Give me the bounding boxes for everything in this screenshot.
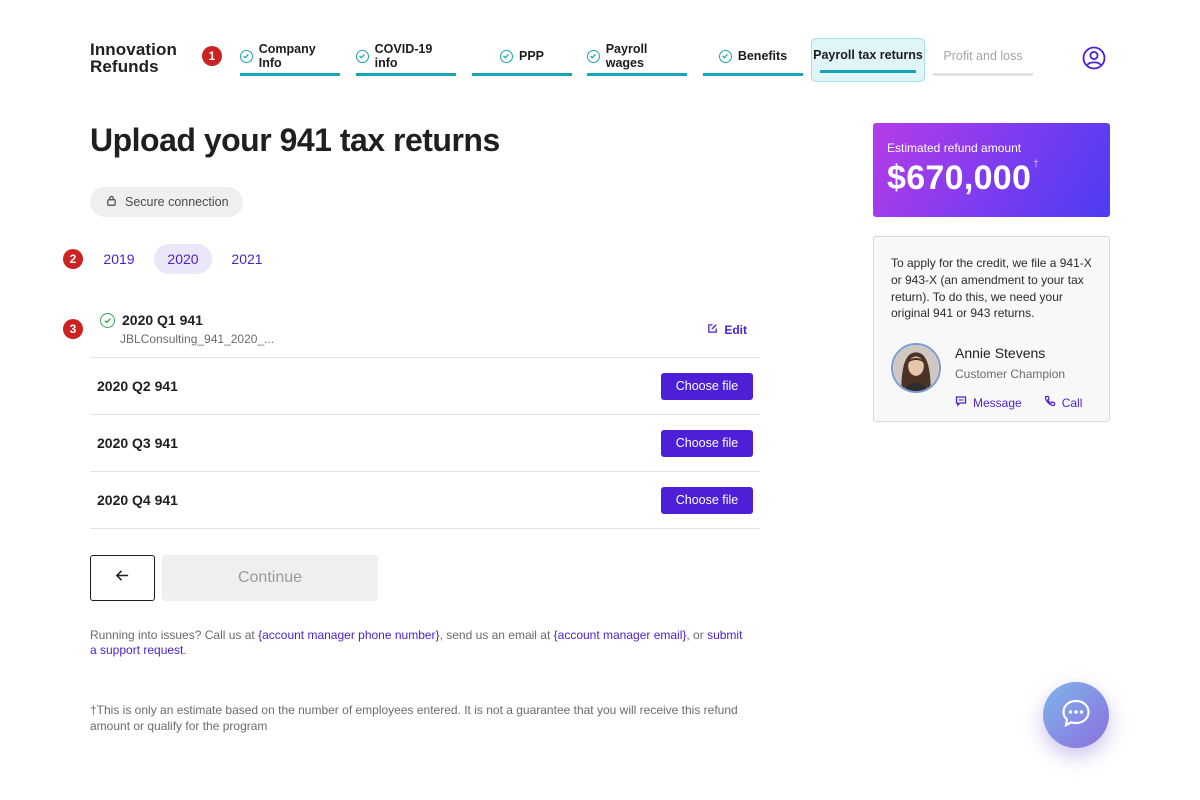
- footnote-mark: †: [1033, 159, 1040, 170]
- step-label: Payroll tax returns: [813, 48, 923, 62]
- step-progress-bar: [240, 73, 340, 76]
- check-circle-icon: [356, 49, 369, 63]
- agent-name: Annie Stevens: [955, 345, 1046, 362]
- step-benefits[interactable]: Benefits: [703, 36, 803, 76]
- user-circle-icon[interactable]: [1082, 46, 1106, 70]
- help-text-part: .: [183, 643, 187, 657]
- list-item: 2020 Q3 941 Choose file: [90, 415, 760, 472]
- back-button[interactable]: [90, 555, 155, 601]
- check-circle-icon: [100, 312, 115, 328]
- help-text-part: , send us an email at: [439, 628, 554, 642]
- edit-icon: [707, 323, 718, 337]
- step-payroll-wages[interactable]: Payroll wages: [587, 36, 687, 76]
- step-progress-bar: [820, 70, 916, 73]
- tab-year-2019[interactable]: 2019: [90, 244, 148, 274]
- edit-label: Edit: [724, 323, 747, 337]
- step-label: Benefits: [737, 49, 788, 63]
- refund-amount: $670,000 †: [887, 159, 1096, 198]
- email-link[interactable]: {account manager email}: [554, 628, 687, 642]
- step-covid-info[interactable]: COVID-19 info: [356, 36, 456, 76]
- step-label: COVID-19 info: [374, 42, 433, 70]
- step-company-info[interactable]: Company Info: [240, 36, 340, 76]
- step-label: Payroll wages: [605, 42, 648, 70]
- customer-champion-card: To apply for the credit, we file a 941-X…: [873, 236, 1110, 422]
- step-label: PPP: [518, 49, 544, 63]
- brand-line-1: Innovation: [90, 40, 177, 59]
- help-text-part: Running into issues? Call us at: [90, 628, 259, 642]
- step-label: Company Info: [258, 42, 316, 70]
- continue-button[interactable]: Continue: [162, 555, 378, 601]
- step-progress-bar: [356, 73, 456, 76]
- return-name: 2020 Q2 941: [97, 378, 178, 394]
- estimate-footnote: †This is only an estimate based on the n…: [90, 703, 738, 733]
- chat-bubble-icon: [1060, 697, 1092, 734]
- avatar: [891, 343, 941, 394]
- step-progress-bar: [933, 73, 1033, 76]
- refund-label: Estimated refund amount: [887, 141, 1022, 155]
- page-title: Upload your 941 tax returns: [90, 122, 500, 158]
- step-profit-and-loss[interactable]: Profit and loss: [933, 36, 1033, 76]
- return-name: 2020 Q1 941: [122, 312, 203, 328]
- secure-connection-badge: Secure connection: [90, 187, 243, 217]
- list-item: 2020 Q4 941 Choose file: [90, 472, 760, 529]
- year-tabs: 2019 2020 2021: [90, 244, 276, 274]
- step-progress-bar: [703, 73, 803, 76]
- return-name: 2020 Q3 941: [97, 435, 178, 451]
- choose-file-button[interactable]: Choose file: [661, 372, 753, 400]
- step-payroll-tax-returns[interactable]: Payroll tax returns: [811, 38, 925, 82]
- refund-amount-value: $670,000: [887, 159, 1032, 197]
- annotation-badge-2: 2: [63, 249, 83, 269]
- edit-button[interactable]: Edit: [707, 323, 747, 337]
- choose-file-button[interactable]: Choose file: [661, 486, 753, 514]
- return-name: 2020 Q4 941: [97, 492, 178, 508]
- chat-button[interactable]: [1043, 682, 1109, 748]
- call-button[interactable]: Call: [1044, 395, 1083, 410]
- secure-label: Secure connection: [125, 195, 229, 209]
- list-item: 2020 Q2 941 Choose file: [90, 358, 760, 415]
- check-circle-icon: [587, 49, 600, 63]
- tax-return-list: 2020 Q1 941 JBLConsulting_941_2020_... E…: [90, 300, 760, 529]
- step-progress-bar: [587, 73, 687, 76]
- arrow-left-icon: [115, 568, 130, 588]
- message-icon: [955, 395, 967, 410]
- phone-icon: [1044, 395, 1056, 410]
- uploaded-filename: JBLConsulting_941_2020_...: [120, 332, 275, 346]
- step-label: Profit and loss: [943, 49, 1023, 63]
- annotation-badge-1: 1: [202, 46, 222, 66]
- step-progress-bar: [472, 73, 572, 76]
- check-circle-icon: [718, 49, 732, 63]
- tab-year-2021[interactable]: 2021: [218, 244, 276, 274]
- phone-link[interactable]: {account manager phone number}: [258, 628, 439, 642]
- message-button[interactable]: Message: [955, 395, 1022, 410]
- brand-logo[interactable]: Innovation Refunds: [90, 41, 177, 75]
- choose-file-button[interactable]: Choose file: [661, 429, 753, 457]
- agent-role: Customer Champion: [955, 367, 1066, 382]
- tab-year-2020[interactable]: 2020: [154, 244, 212, 274]
- brand-line-2: Refunds: [90, 57, 159, 76]
- check-circle-icon: [240, 49, 253, 63]
- help-text: Running into issues? Call us at {account…: [90, 628, 750, 658]
- info-text: To apply for the credit, we file a 941-X…: [891, 256, 1092, 321]
- list-item: 2020 Q1 941 JBLConsulting_941_2020_... E…: [90, 300, 760, 358]
- check-circle-icon: [499, 49, 513, 63]
- step-ppp[interactable]: PPP: [472, 36, 572, 76]
- message-label: Message: [973, 395, 1022, 410]
- help-text-part: , or: [686, 628, 708, 642]
- annotation-badge-3: 3: [63, 319, 83, 339]
- call-label: Call: [1061, 395, 1083, 410]
- estimated-refund-card: Estimated refund amount $670,000 †: [873, 123, 1110, 217]
- lock-icon: [106, 195, 117, 209]
